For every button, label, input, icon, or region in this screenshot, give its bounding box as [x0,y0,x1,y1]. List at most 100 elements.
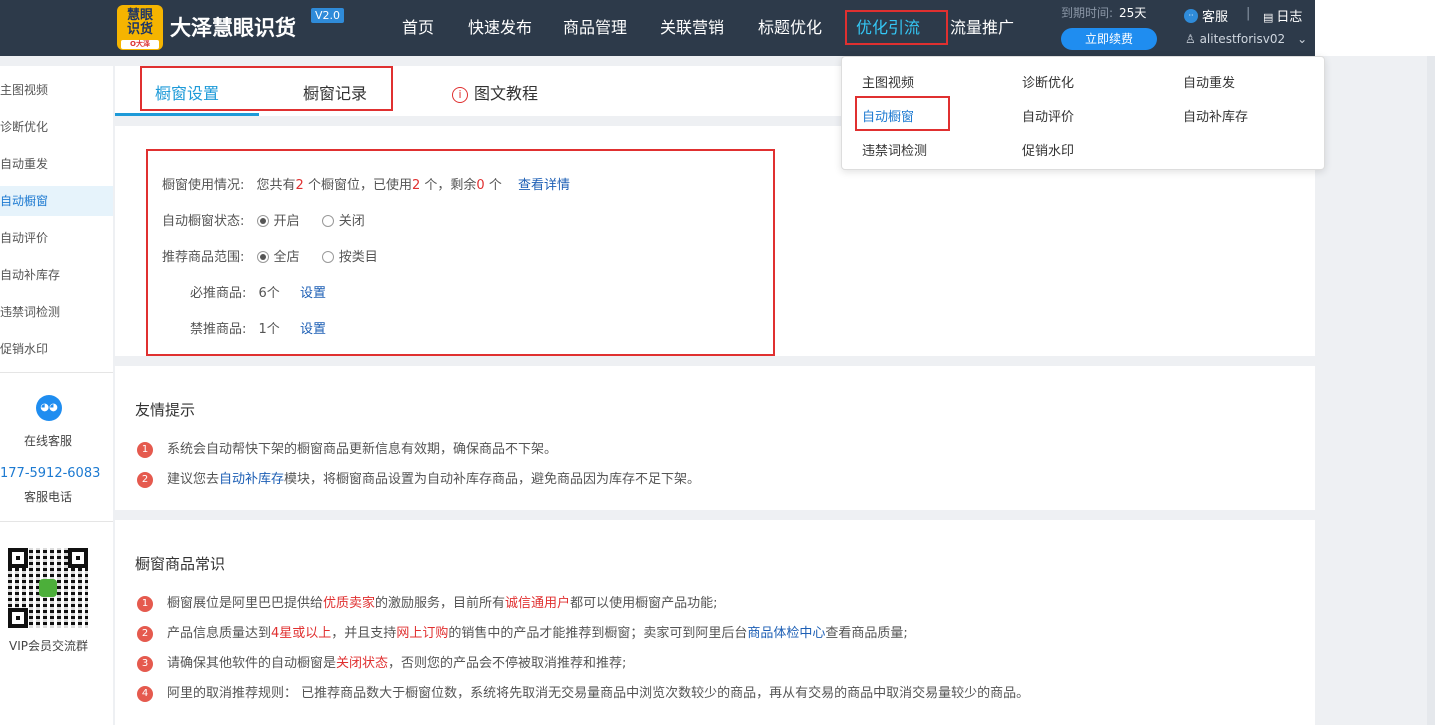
app-logo[interactable]: 慧眼识货 O大泽 [117,5,163,50]
nav-product-manage[interactable]: 商品管理 [563,0,627,56]
sidebar-item-auto-repost[interactable]: 自动重发 [0,149,113,179]
nav-related-marketing[interactable]: 关联营销 [660,0,724,56]
online-service-label[interactable]: 在线客服 [24,432,72,449]
usage-text-2: 个橱窗位，已使用 [307,178,412,193]
expire-label: 到期时间: [1061,6,1114,20]
dropdown-item-main-video[interactable]: 主图视频 [862,72,914,91]
nav-traffic-promotion[interactable]: 流量推广 [950,0,1014,56]
sidebar-divider [0,521,113,522]
number-badge: 1 [137,596,153,612]
username: alitestforisv02 [1199,32,1286,46]
radio-icon [256,251,269,263]
range-category-radio[interactable]: 按类目 [321,250,378,265]
nav-home[interactable]: 首页 [402,0,434,56]
banned-recommend-row: 禁推商品: 1个 设置 [190,318,326,337]
auto-restock-link[interactable]: 自动补库存 [219,472,284,487]
dropdown-item-banned-words[interactable]: 违禁词检测 [862,140,927,159]
sidebar-item-promo-watermark[interactable]: 促销水印 [0,334,113,364]
range-label: 推荐商品范围: [162,250,245,265]
logo-text: 慧眼识货 [126,8,153,37]
knowledge-highlight: 关闭状态 [336,656,389,671]
radio-icon [321,215,334,227]
knowledge-item: 3 请确保其他软件的自动橱窗是关闭状态，否则您的产品会不停被取消推荐和推荐; [137,652,626,672]
active-tab-underline [115,113,259,116]
knowledge-text: 的激励服务，目前所有 [375,596,506,611]
header-separator: | [1246,6,1251,21]
must-recommend-row: 必推商品: 6个 设置 [190,282,326,301]
online-service-icon[interactable]: ◕◕ [36,395,62,421]
sidebar-item-auto-restock[interactable]: 自动补库存 [0,260,113,290]
tip-text: 建议您去 [167,472,220,487]
qr-corner [8,548,28,568]
top-bar-right-blank [1315,0,1435,56]
log-link[interactable]: ▤ 日志 [1263,6,1302,25]
sidebar-item-main-video[interactable]: 主图视频 [0,75,113,105]
sidebar-item-diagnose[interactable]: 诊断优化 [0,112,113,142]
number-badge: 1 [137,442,153,458]
dropdown-item-auto-restock[interactable]: 自动补库存 [1183,106,1248,125]
status-label: 自动橱窗状态: [162,214,245,229]
log-label: 日志 [1276,10,1303,25]
info-icon: i [452,87,468,103]
dropdown-item-diagnose[interactable]: 诊断优化 [1022,72,1074,91]
knowledge-text: 请确保其他软件的自动橱窗是 [167,656,337,671]
usage-text-4: 个 [488,178,502,193]
knowledge-text: 查看商品质量; [825,626,908,641]
recommend-range-row: 推荐商品范围: 全店 按类目 [162,246,378,265]
tip-item: 2 建议您去自动补库存模块，将橱窗商品设置为自动补库存商品，避免商品因为库存不足下… [137,468,700,488]
knowledge-highlight: 诚信通用户 [505,596,571,611]
usage-left: 0 [476,178,485,193]
knowledge-text: ，并且支持 [331,626,397,641]
number-badge: 2 [137,626,153,642]
view-detail-link[interactable]: 查看详情 [518,178,570,193]
renew-button[interactable]: 立即续费 [1061,28,1157,50]
radio-icon [256,215,269,227]
must-count: 6个 [258,286,280,301]
vip-group-qr-code [8,548,88,628]
dropdown-item-promo-watermark[interactable]: 促销水印 [1022,140,1074,159]
service-link[interactable]: ·· 客服 [1184,6,1228,25]
dropdown-item-auto-review[interactable]: 自动评价 [1022,106,1074,125]
knowledge-text: 的销售中的产品才能推荐到橱窗；卖家可到阿里后台 [448,626,748,641]
sidebar-item-auto-review[interactable]: 自动评价 [0,223,113,253]
must-set-link[interactable]: 设置 [300,286,326,301]
wechat-icon [39,579,57,597]
chevron-down-icon: ⌄ [1297,32,1308,46]
tab-tutorial[interactable]: i 图文教程 [452,80,538,104]
logo-sub: O大泽 [121,40,159,49]
knowledge-text: 都可以使用橱窗产品功能; [570,596,718,611]
sidebar-item-banned-words[interactable]: 违禁词检测 [0,297,113,327]
ban-set-link[interactable]: 设置 [300,322,326,337]
product-check-center-link[interactable]: 商品体检中心 [747,626,825,641]
tips-title: 友情提示 [135,401,196,419]
service-phone-label: 客服电话 [24,490,73,504]
knowledge-highlight: 4星或以上 [271,626,332,641]
usage-text-1: 您共有 [256,178,296,193]
user-icon: ♙ [1185,32,1200,46]
number-badge: 3 [137,656,153,672]
range-all-radio[interactable]: 全店 [256,250,300,265]
dropdown-item-auto-repost[interactable]: 自动重发 [1183,72,1235,91]
dropdown-highlight-box [855,96,950,131]
ban-label: 禁推商品: [190,322,247,337]
number-badge: 2 [137,472,153,488]
version-badge: V2.0 [311,8,345,23]
user-menu[interactable]: ♙ alitestforisv02 ⌄ [1185,32,1307,46]
usage-used: 2 [411,178,421,193]
sidebar-item-auto-window[interactable]: 自动橱窗 [0,186,113,216]
status-off-radio[interactable]: 关闭 [321,214,365,229]
sidebar-divider [0,372,113,373]
nav-quick-publish[interactable]: 快速发布 [468,0,532,56]
expire-info: 到期时间: 25天 [1061,4,1146,21]
service-phone: 177-5912-6083 [0,466,101,481]
tip-text: 系统会自动帮快下架的橱窗商品更新信息有效期，确保商品不下架。 [167,442,558,457]
knowledge-item: 4 阿里的取消推荐规则： 已推荐商品数大于橱窗位数，系统将先取消无交易量商品中浏览… [137,682,1029,702]
status-on-radio[interactable]: 开启 [256,214,300,229]
tab-tutorial-label: 图文教程 [474,84,539,103]
radio-icon [321,251,334,263]
nav-title-optimize[interactable]: 标题优化 [758,0,822,56]
knowledge-title: 橱窗商品常识 [135,555,226,573]
tip-item: 1 系统会自动帮快下架的橱窗商品更新信息有效期，确保商品不下架。 [137,438,557,458]
usage-text-3: 个，剩余 [424,178,477,193]
usage-total: 2 [295,178,304,193]
